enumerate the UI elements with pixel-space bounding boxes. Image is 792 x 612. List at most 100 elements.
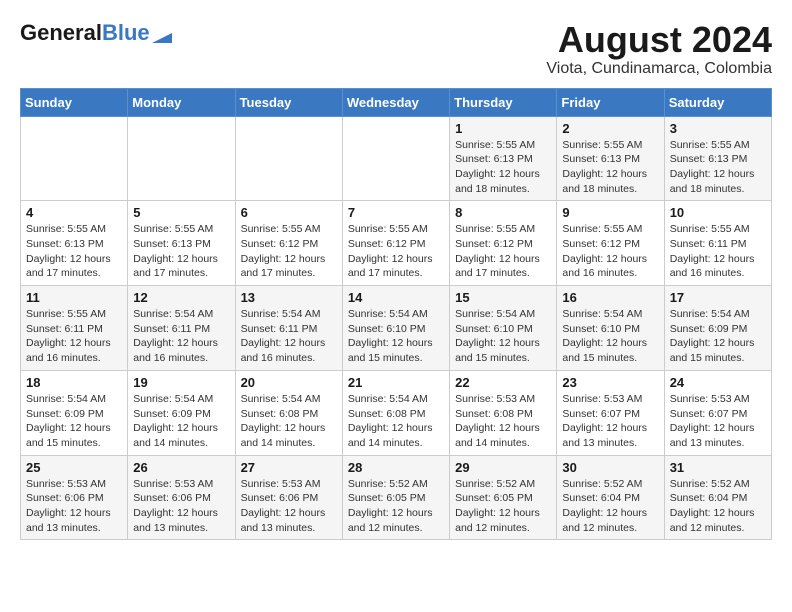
day-info: Sunrise: 5:55 AMSunset: 6:13 PMDaylight:… xyxy=(133,222,229,281)
calendar-cell: 5 Sunrise: 5:55 AMSunset: 6:13 PMDaylight… xyxy=(128,201,235,286)
calendar-cell: 30 Sunrise: 5:52 AMSunset: 6:04 PMDayligh… xyxy=(557,455,664,540)
logo-blue-text: Blue xyxy=(102,20,150,46)
title-block: August 2024 Viota, Cundinamarca, Colombi… xyxy=(546,20,772,78)
day-number: 6 xyxy=(241,205,337,220)
day-info: Sunrise: 5:55 AMSunset: 6:13 PMDaylight:… xyxy=(26,222,122,281)
calendar-cell: 4 Sunrise: 5:55 AMSunset: 6:13 PMDaylight… xyxy=(21,201,128,286)
day-number: 18 xyxy=(26,375,122,390)
day-number: 31 xyxy=(670,460,766,475)
day-info: Sunrise: 5:54 AMSunset: 6:10 PMDaylight:… xyxy=(455,307,551,366)
page-title: August 2024 xyxy=(546,20,772,60)
day-number: 5 xyxy=(133,205,229,220)
day-number: 14 xyxy=(348,290,444,305)
calendar-cell: 9Sunrise: 5:55 AMSunset: 6:12 PMDaylight… xyxy=(557,201,664,286)
calendar-cell: 23 Sunrise: 5:53 AMSunset: 6:07 PMDayligh… xyxy=(557,370,664,455)
day-number: 27 xyxy=(241,460,337,475)
weekday-header-monday: Monday xyxy=(128,88,235,116)
day-number: 10 xyxy=(670,205,766,220)
calendar-cell: 16Sunrise: 5:54 AMSunset: 6:10 PMDayligh… xyxy=(557,286,664,371)
calendar-cell: 14 Sunrise: 5:54 AMSunset: 6:10 PMDayligh… xyxy=(342,286,449,371)
weekday-header-wednesday: Wednesday xyxy=(342,88,449,116)
day-number: 9 xyxy=(562,205,658,220)
calendar-cell: 17Sunrise: 5:54 AMSunset: 6:09 PMDayligh… xyxy=(664,286,771,371)
calendar-cell xyxy=(342,116,449,201)
calendar-cell: 31 Sunrise: 5:52 AMSunset: 6:04 PMDayligh… xyxy=(664,455,771,540)
calendar-cell: 22 Sunrise: 5:53 AMSunset: 6:08 PMDayligh… xyxy=(450,370,557,455)
day-number: 26 xyxy=(133,460,229,475)
day-info: Sunrise: 5:52 AMSunset: 6:04 PMDaylight:… xyxy=(562,477,658,536)
day-info: Sunrise: 5:55 AMSunset: 6:12 PMDaylight:… xyxy=(241,222,337,281)
calendar-cell: 19 Sunrise: 5:54 AMSunset: 6:09 PMDayligh… xyxy=(128,370,235,455)
calendar-week-row: 11 Sunrise: 5:55 AMSunset: 6:11 PMDayligh… xyxy=(21,286,772,371)
day-info: Sunrise: 5:52 AMSunset: 6:05 PMDaylight:… xyxy=(348,477,444,536)
logo-general-text: General xyxy=(20,20,102,46)
day-info: Sunrise: 5:54 AMSunset: 6:10 PMDaylight:… xyxy=(348,307,444,366)
day-info: Sunrise: 5:53 AMSunset: 6:07 PMDaylight:… xyxy=(670,392,766,451)
day-number: 12 xyxy=(133,290,229,305)
day-info: Sunrise: 5:53 AMSunset: 6:06 PMDaylight:… xyxy=(26,477,122,536)
day-info: Sunrise: 5:55 AMSunset: 6:13 PMDaylight:… xyxy=(562,138,658,197)
calendar-cell: 29 Sunrise: 5:52 AMSunset: 6:05 PMDayligh… xyxy=(450,455,557,540)
day-number: 21 xyxy=(348,375,444,390)
logo-arrow-icon xyxy=(152,23,172,43)
day-number: 19 xyxy=(133,375,229,390)
calendar-cell: 12 Sunrise: 5:54 AMSunset: 6:11 PMDayligh… xyxy=(128,286,235,371)
day-number: 25 xyxy=(26,460,122,475)
calendar-cell: 21 Sunrise: 5:54 AMSunset: 6:08 PMDayligh… xyxy=(342,370,449,455)
day-number: 7 xyxy=(348,205,444,220)
calendar-header: SundayMondayTuesdayWednesdayThursdayFrid… xyxy=(21,88,772,116)
logo: General Blue xyxy=(20,20,172,46)
calendar-cell: 11 Sunrise: 5:55 AMSunset: 6:11 PMDayligh… xyxy=(21,286,128,371)
calendar-cell: 18Sunrise: 5:54 AMSunset: 6:09 PMDayligh… xyxy=(21,370,128,455)
calendar-cell: 2 Sunrise: 5:55 AMSunset: 6:13 PMDaylight… xyxy=(557,116,664,201)
calendar-cell: 15Sunrise: 5:54 AMSunset: 6:10 PMDayligh… xyxy=(450,286,557,371)
day-info: Sunrise: 5:54 AMSunset: 6:11 PMDaylight:… xyxy=(133,307,229,366)
day-number: 4 xyxy=(26,205,122,220)
calendar-cell: 3Sunrise: 5:55 AMSunset: 6:13 PMDaylight… xyxy=(664,116,771,201)
day-info: Sunrise: 5:55 AMSunset: 6:12 PMDaylight:… xyxy=(455,222,551,281)
calendar-cell: 8 Sunrise: 5:55 AMSunset: 6:12 PMDaylight… xyxy=(450,201,557,286)
weekday-header-saturday: Saturday xyxy=(664,88,771,116)
day-number: 30 xyxy=(562,460,658,475)
day-info: Sunrise: 5:54 AMSunset: 6:08 PMDaylight:… xyxy=(348,392,444,451)
day-number: 29 xyxy=(455,460,551,475)
day-info: Sunrise: 5:53 AMSunset: 6:06 PMDaylight:… xyxy=(133,477,229,536)
day-number: 11 xyxy=(26,290,122,305)
calendar-week-row: 25 Sunrise: 5:53 AMSunset: 6:06 PMDayligh… xyxy=(21,455,772,540)
day-info: Sunrise: 5:54 AMSunset: 6:11 PMDaylight:… xyxy=(241,307,337,366)
weekday-header-thursday: Thursday xyxy=(450,88,557,116)
calendar-table: SundayMondayTuesdayWednesdayThursdayFrid… xyxy=(20,88,772,541)
day-number: 1 xyxy=(455,121,551,136)
calendar-week-row: 18 Sunrise: 5:54 AMSunset: 6:09 PMDayligh… xyxy=(21,370,772,455)
day-number: 20 xyxy=(241,375,337,390)
day-info: Sunrise: 5:52 AMSunset: 6:04 PMDaylight:… xyxy=(670,477,766,536)
calendar-cell: 10 Sunrise: 5:55 AMSunset: 6:11 PMDayligh… xyxy=(664,201,771,286)
calendar-cell xyxy=(21,116,128,201)
day-info: Sunrise: 5:52 AMSunset: 6:05 PMDaylight:… xyxy=(455,477,551,536)
calendar-cell: 28Sunrise: 5:52 AMSunset: 6:05 PMDayligh… xyxy=(342,455,449,540)
day-number: 22 xyxy=(455,375,551,390)
day-number: 2 xyxy=(562,121,658,136)
day-info: Sunrise: 5:53 AMSunset: 6:08 PMDaylight:… xyxy=(455,392,551,451)
day-info: Sunrise: 5:55 AMSunset: 6:11 PMDaylight:… xyxy=(670,222,766,281)
calendar-cell: 7Sunrise: 5:55 AMSunset: 6:12 PMDaylight… xyxy=(342,201,449,286)
calendar-cell xyxy=(128,116,235,201)
day-number: 23 xyxy=(562,375,658,390)
day-number: 8 xyxy=(455,205,551,220)
weekday-header-tuesday: Tuesday xyxy=(235,88,342,116)
day-info: Sunrise: 5:53 AMSunset: 6:07 PMDaylight:… xyxy=(562,392,658,451)
weekday-header-sunday: Sunday xyxy=(21,88,128,116)
day-info: Sunrise: 5:54 AMSunset: 6:09 PMDaylight:… xyxy=(133,392,229,451)
day-number: 16 xyxy=(562,290,658,305)
weekday-header-friday: Friday xyxy=(557,88,664,116)
weekday-header-row: SundayMondayTuesdayWednesdayThursdayFrid… xyxy=(21,88,772,116)
day-info: Sunrise: 5:55 AMSunset: 6:11 PMDaylight:… xyxy=(26,307,122,366)
calendar-cell xyxy=(235,116,342,201)
day-info: Sunrise: 5:54 AMSunset: 6:08 PMDaylight:… xyxy=(241,392,337,451)
day-info: Sunrise: 5:54 AMSunset: 6:09 PMDaylight:… xyxy=(670,307,766,366)
calendar-cell: 13 Sunrise: 5:54 AMSunset: 6:11 PMDayligh… xyxy=(235,286,342,371)
page-subtitle: Viota, Cundinamarca, Colombia xyxy=(546,60,772,78)
calendar-week-row: 4 Sunrise: 5:55 AMSunset: 6:13 PMDaylight… xyxy=(21,201,772,286)
calendar-cell: 1Sunrise: 5:55 AMSunset: 6:13 PMDaylight… xyxy=(450,116,557,201)
day-number: 13 xyxy=(241,290,337,305)
